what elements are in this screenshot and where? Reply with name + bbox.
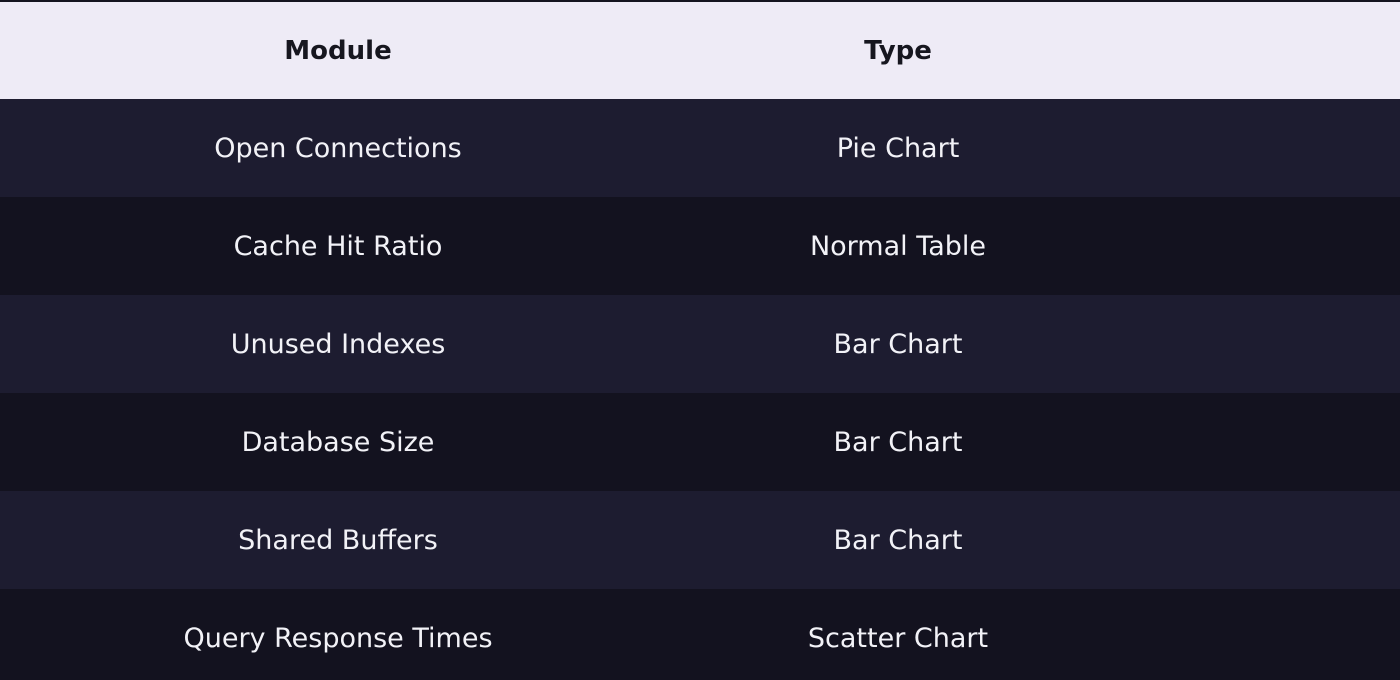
type-cell: Bar Chart bbox=[833, 328, 963, 360]
table-row: Query Response Times Scatter Chart bbox=[0, 589, 1400, 680]
table-row: Open Connections Pie Chart bbox=[0, 99, 1400, 197]
module-cell: Unused Indexes bbox=[230, 328, 446, 360]
column-header-module: Module bbox=[284, 35, 392, 66]
module-type-table-frame: Module Type Open Connections Pie Chart C… bbox=[0, 0, 1400, 680]
module-cell: Query Response Times bbox=[183, 622, 493, 654]
module-cell: Database Size bbox=[241, 426, 435, 458]
row-spacer bbox=[1120, 99, 1400, 197]
type-cell: Bar Chart bbox=[833, 524, 963, 556]
module-type-table: Module Type Open Connections Pie Chart C… bbox=[0, 2, 1400, 680]
module-cell: Open Connections bbox=[214, 132, 462, 164]
type-cell: Pie Chart bbox=[836, 132, 960, 164]
row-spacer bbox=[1120, 393, 1400, 491]
module-cell: Cache Hit Ratio bbox=[233, 230, 443, 262]
module-cell: Shared Buffers bbox=[238, 524, 438, 556]
row-spacer bbox=[1120, 197, 1400, 295]
table-row: Database Size Bar Chart bbox=[0, 393, 1400, 491]
table-row: Cache Hit Ratio Normal Table bbox=[0, 197, 1400, 295]
row-spacer bbox=[1120, 589, 1400, 680]
type-cell: Bar Chart bbox=[833, 426, 963, 458]
table-row: Unused Indexes Bar Chart bbox=[0, 295, 1400, 393]
column-header-type: Type bbox=[864, 35, 932, 66]
header-spacer bbox=[1120, 2, 1400, 99]
header-row: Module Type bbox=[0, 2, 1400, 99]
table-body: Open Connections Pie Chart Cache Hit Rat… bbox=[0, 99, 1400, 680]
table-header: Module Type bbox=[0, 2, 1400, 99]
type-cell: Scatter Chart bbox=[807, 622, 989, 654]
row-spacer bbox=[1120, 491, 1400, 589]
table-row: Shared Buffers Bar Chart bbox=[0, 491, 1400, 589]
type-cell: Normal Table bbox=[809, 230, 987, 262]
row-spacer bbox=[1120, 295, 1400, 393]
